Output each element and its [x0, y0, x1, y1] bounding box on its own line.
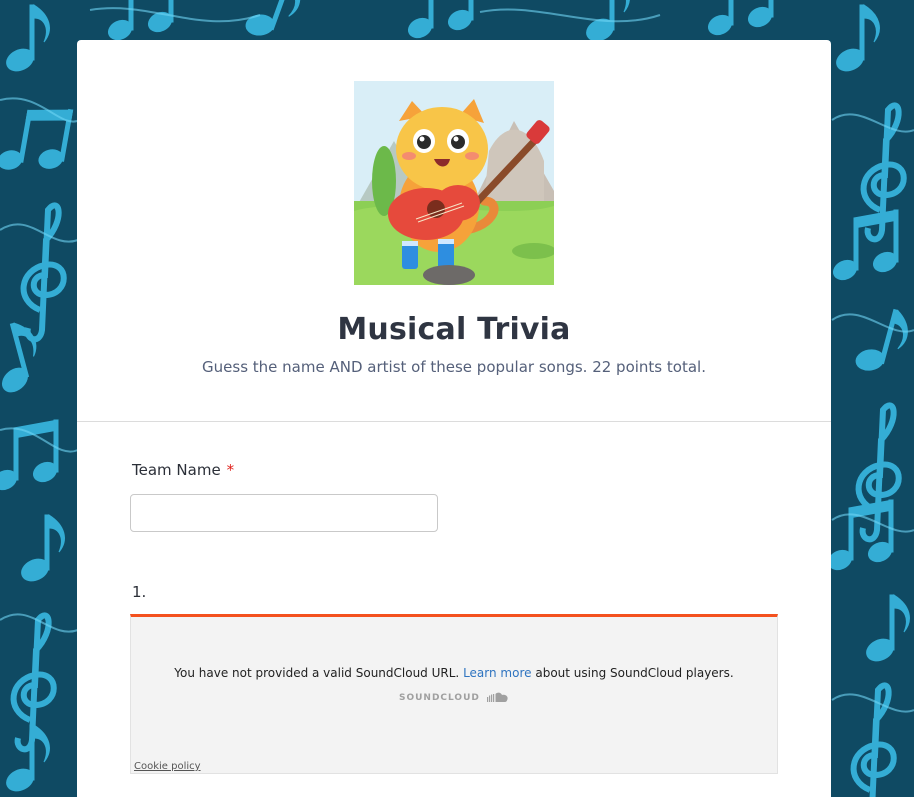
soundcloud-message-before: You have not provided a valid SoundCloud…: [174, 666, 460, 680]
required-marker: *: [226, 461, 235, 479]
form-title: Musical Trivia: [337, 312, 571, 347]
team-name-label-text: Team Name: [132, 461, 221, 479]
question-1-number: 1.: [132, 583, 147, 601]
cat-guitar-logo: [354, 81, 556, 285]
form-card: Musical Trivia Guess the name AND artist…: [77, 40, 831, 797]
soundcloud-brand[interactable]: SOUNDCLOUD: [131, 692, 777, 703]
form-header: Musical Trivia Guess the name AND artist…: [77, 40, 831, 422]
form-description: Guess the name AND artist of these popul…: [202, 358, 706, 376]
learn-more-link[interactable]: Learn more: [463, 666, 531, 680]
soundcloud-brand-text: SOUNDCLOUD: [398, 693, 480, 703]
soundcloud-player: You have not provided a valid SoundCloud…: [130, 614, 778, 774]
soundcloud-message-after: about using SoundCloud players.: [535, 666, 734, 680]
soundcloud-error-message: You have not provided a valid SoundCloud…: [131, 666, 777, 680]
cookie-policy-link[interactable]: Cookie policy: [134, 761, 201, 772]
team-name-input[interactable]: [130, 494, 438, 532]
soundcloud-logo-icon: [487, 692, 508, 702]
team-name-label: Team Name *: [132, 461, 234, 479]
